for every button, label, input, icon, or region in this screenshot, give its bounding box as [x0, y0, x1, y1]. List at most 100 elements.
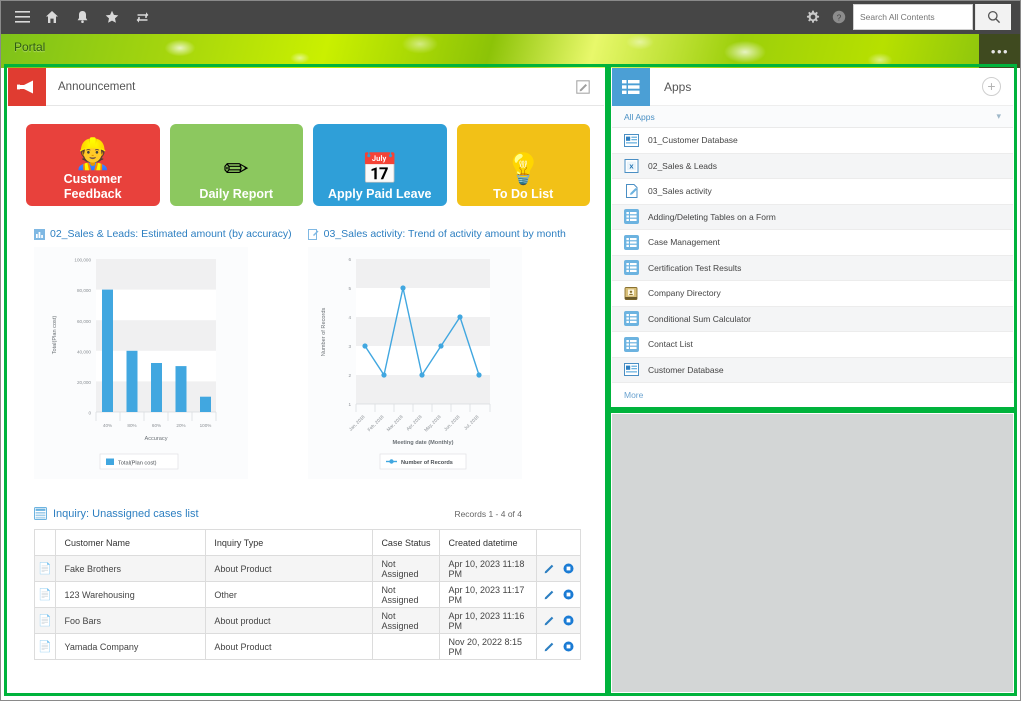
pencil-icon[interactable] [544, 641, 555, 652]
inquiry-title-link[interactable]: Inquiry: Unassigned cases list [34, 507, 199, 520]
apps-more-link[interactable]: More [612, 383, 1013, 406]
col-customer-name: Customer Name [56, 530, 206, 556]
row-doc-icon[interactable]: 📄 [35, 608, 56, 634]
line-chart-title-row[interactable]: 03_Sales activity: Trend of activity amo… [308, 228, 566, 240]
top-nav-icon-group [0, 4, 155, 30]
gear-icon[interactable] [801, 5, 825, 29]
col-case-status: Case Status [373, 530, 440, 556]
app-list-item-customer-database[interactable]: Customer Database [612, 358, 1013, 384]
star-icon[interactable] [99, 4, 125, 30]
cell-customer-name: Foo Bars [56, 608, 206, 634]
status-icon[interactable] [563, 589, 574, 600]
tile-daily-report[interactable]: ✏ Daily Report [170, 124, 304, 206]
list-icon [624, 311, 639, 326]
apps-filter-dropdown[interactable]: All Apps ▾ [612, 106, 1013, 128]
app-list-item-case-management[interactable]: Case Management [612, 230, 1013, 256]
app-list-item-contact-list[interactable]: Contact List [612, 332, 1013, 358]
apps-title: Apps [650, 80, 691, 94]
status-icon[interactable] [563, 563, 574, 574]
bar-chart-block: 02_Sales & Leads: Estimated amount (by a… [34, 228, 292, 479]
cell-created: Apr 10, 2023 11:16 PM [440, 608, 537, 634]
tile-to-do-list[interactable]: 💡 To Do List [457, 124, 591, 206]
menu-icon[interactable] [9, 4, 35, 30]
svg-text:4: 4 [348, 315, 351, 320]
tile-customer-feedback[interactable]: 👷 CustomerFeedback [26, 124, 160, 206]
table-row[interactable]: 📄 Fake Brothers About Product Not Assign… [35, 556, 581, 582]
line-chart-title: 03_Sales activity: Trend of activity amo… [324, 228, 566, 240]
status-icon[interactable] [563, 641, 574, 652]
svg-text:60%: 60% [152, 423, 161, 428]
table-row[interactable]: 📄 Foo Bars About product Not Assigned Ap… [35, 608, 581, 634]
app-list-item-02-sales-leads[interactable]: x 02_Sales & Leads [612, 154, 1013, 180]
table-header-row: Customer Name Inquiry Type Case Status C… [35, 530, 581, 556]
tile-apply-paid-leave[interactable]: 📅 Apply Paid Leave [313, 124, 447, 206]
charts-row: 02_Sales & Leads: Estimated amount (by a… [8, 206, 604, 479]
global-search[interactable] [853, 4, 973, 30]
cell-created: Apr 10, 2023 11:17 PM [440, 582, 537, 608]
svg-text:6: 6 [348, 257, 351, 262]
bar-chart-title-row[interactable]: 02_Sales & Leads: Estimated amount (by a… [34, 228, 292, 240]
app-list-item-adding-deleting-tables[interactable]: Adding/Deleting Tables on a Form [612, 205, 1013, 231]
portal-tab-label[interactable]: Portal [14, 40, 45, 54]
app-list-item-01-customer-database[interactable]: 01_Customer Database [612, 128, 1013, 154]
list-icon [624, 337, 639, 352]
app-label: Contact List [648, 339, 693, 349]
app-list-item-company-directory[interactable]: Company Directory [612, 281, 1013, 307]
cell-created: Apr 10, 2023 11:18 PM [440, 556, 537, 582]
app-list-item-conditional-sum-calculator[interactable]: Conditional Sum Calculator [612, 307, 1013, 333]
bar-chart-svg: 100,000 80,000 60,000 40,000 20,000 0 [34, 247, 248, 479]
pencil-icon[interactable] [544, 615, 555, 626]
banner-overflow-button[interactable]: ••• [979, 34, 1021, 68]
apps-header: Apps + [612, 68, 1013, 106]
svg-text:Meeting date (Monthly): Meeting date (Monthly) [392, 440, 453, 446]
add-app-button[interactable]: + [982, 77, 1001, 96]
svg-text:60,000: 60,000 [77, 319, 91, 324]
home-icon[interactable] [39, 4, 65, 30]
table-row[interactable]: 📄 Yamada Company About Product Nov 20, 2… [35, 634, 581, 660]
svg-text:2: 2 [348, 373, 351, 378]
top-navigation-bar: ? [0, 0, 1021, 34]
table-row[interactable]: 📄 123 Warehousing Other Not Assigned Apr… [35, 582, 581, 608]
search-input[interactable] [854, 5, 972, 29]
app-list-item-certification-test-results[interactable]: Certification Test Results [612, 256, 1013, 282]
svg-text:Number of Records: Number of Records [321, 308, 327, 357]
cell-actions [537, 634, 581, 660]
status-icon[interactable] [563, 615, 574, 626]
cell-inquiry-type: About Product [206, 634, 373, 660]
search-button[interactable] [975, 4, 1011, 30]
tile-label-line1: Apply Paid Leave [328, 187, 432, 201]
cell-actions [537, 608, 581, 634]
pencil-icon[interactable] [544, 563, 555, 574]
svg-text:3: 3 [348, 344, 351, 349]
announcement-header: Announcement [8, 68, 604, 106]
row-doc-icon[interactable]: 📄 [35, 634, 56, 660]
row-doc-icon[interactable]: 📄 [35, 556, 56, 582]
row-doc-icon[interactable]: 📄 [35, 582, 56, 608]
sync-icon[interactable] [129, 4, 155, 30]
table-icon [34, 507, 47, 520]
cell-customer-name: Fake Brothers [56, 556, 206, 582]
svg-text:0: 0 [88, 411, 91, 416]
app-list-item-03-sales-activity[interactable]: 03_Sales activity [612, 179, 1013, 205]
inquiry-section: Inquiry: Unassigned cases list Records 1… [8, 479, 604, 660]
help-icon[interactable]: ? [827, 5, 851, 29]
bar-chart-title: 02_Sales & Leads: Estimated amount (by a… [50, 228, 292, 240]
list-icon [624, 260, 639, 275]
tile-label-line2: Feedback [64, 187, 122, 201]
bell-icon[interactable] [69, 4, 95, 30]
records-count: Records 1 - 4 of 4 [454, 509, 522, 519]
pencil-icon[interactable] [544, 589, 555, 600]
cell-customer-name: 123 Warehousing [56, 582, 206, 608]
line-chart-block: 03_Sales activity: Trend of activity amo… [308, 228, 566, 479]
app-label: Certification Test Results [648, 263, 741, 273]
svg-text:80%: 80% [127, 423, 136, 428]
chart-line-icon [308, 229, 319, 240]
edit-icon[interactable] [576, 80, 590, 94]
svg-text:40%: 40% [103, 423, 112, 428]
app-label: Adding/Deleting Tables on a Form [648, 212, 776, 222]
inquiry-table: Customer Name Inquiry Type Case Status C… [34, 529, 581, 660]
app-label: 02_Sales & Leads [648, 161, 717, 171]
app-label: 01_Customer Database [648, 135, 738, 145]
chevron-down-icon: ▾ [996, 111, 1001, 122]
cell-actions [537, 582, 581, 608]
